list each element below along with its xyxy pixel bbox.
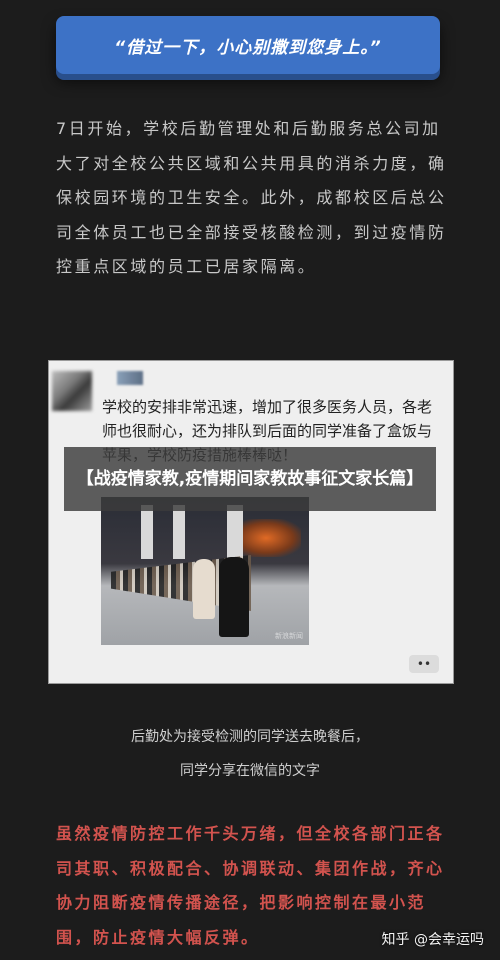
chat-screenshot: 学校的安排非常迅速，增加了很多医务人员，各老师也很耐心，还为排队到后面的同学准备… — [48, 360, 454, 684]
title-overlay: 【战疫情家教,疫情期间家教故事征文家长篇】 — [64, 447, 436, 511]
zhihu-watermark: 知乎 @会幸运吗 — [379, 929, 486, 949]
photo-pillar — [227, 505, 243, 559]
photo-pillar — [141, 505, 153, 559]
photo-pillar — [173, 505, 185, 559]
caption-line-1: 后勤处为接受检测的同学送去晚餐后， — [131, 729, 369, 745]
more-dots-icon[interactable]: •• — [409, 655, 439, 673]
photo-watermark: 新浪新闻 — [275, 632, 303, 640]
chat-photo[interactable]: 新浪新闻 — [101, 497, 309, 645]
intro-paragraph: 7日开始，学校后勤管理处和后勤服务总公司加大了对全校公共区域和公共用具的消杀力度… — [56, 119, 447, 276]
quote-banner: “借过一下，小心别撒到您身上。” — [56, 16, 440, 74]
photo-person — [193, 559, 215, 619]
quote-text: “借过一下，小心别撒到您身上。” — [114, 37, 382, 58]
sender-name-blurred — [117, 371, 143, 385]
overlay-title: 【战疫情家教,疫情期间家教故事征文家长篇】 — [76, 469, 424, 489]
caption-line-2: 同学分享在微信的文字 — [180, 763, 320, 779]
avatar — [52, 371, 92, 411]
photo-person — [219, 557, 249, 637]
